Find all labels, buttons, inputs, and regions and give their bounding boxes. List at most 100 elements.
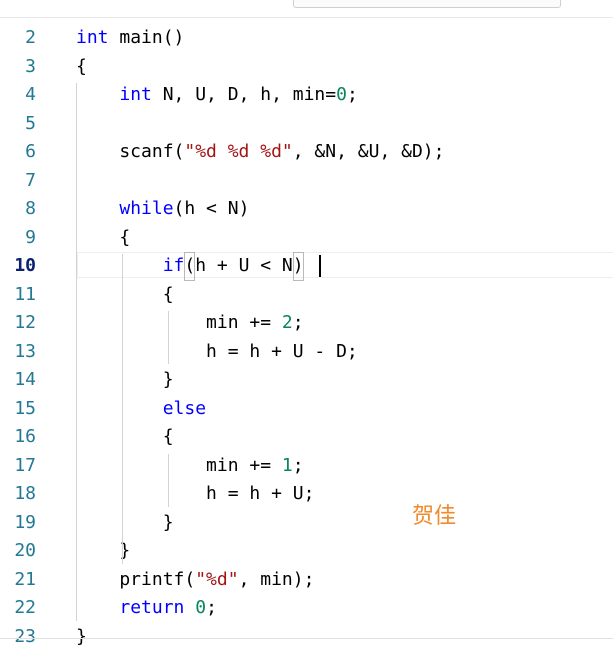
code-line[interactable]: 9 { (0, 224, 613, 253)
line-number: 18 (0, 480, 36, 509)
code-token: main() (109, 27, 185, 48)
top-toolbar (0, 0, 613, 18)
code-line[interactable]: 6 scanf("%d %d %d", &N, &U, &D); (0, 138, 613, 167)
code-token: ; (206, 597, 217, 618)
line-code: printf("%d", min); (76, 566, 314, 595)
code-line[interactable]: 4 int N, U, D, h, min=0; (0, 81, 613, 110)
search-box[interactable] (293, 0, 561, 8)
code-line[interactable]: 11 { (0, 281, 613, 310)
watermark-text: 贺佳 (412, 498, 456, 530)
line-number: 4 (0, 81, 36, 110)
matched-bracket: ( (184, 252, 195, 281)
code-line[interactable]: 21 printf("%d", min); (0, 566, 613, 595)
code-token: (h < N) (174, 198, 250, 219)
line-code: else (76, 395, 206, 424)
string-token: "%d" (195, 569, 238, 590)
code-token: scanf( (76, 141, 184, 162)
line-number: 7 (0, 167, 36, 196)
line-number: 9 (0, 224, 36, 253)
number-token: 0 (195, 597, 206, 618)
line-number: 3 (0, 53, 36, 82)
line-number: 6 (0, 138, 36, 167)
line-number: 22 (0, 594, 36, 623)
code-token (76, 255, 163, 276)
keyword-token: return (119, 597, 184, 618)
line-code: return 0; (76, 594, 217, 623)
line-number: 2 (0, 24, 36, 53)
line-code: { (76, 281, 174, 310)
line-code: int N, U, D, h, min=0; (76, 81, 358, 110)
line-code: h = h + U; (76, 480, 314, 509)
code-line[interactable]: 18 h = h + U; (0, 480, 613, 509)
line-number: 11 (0, 281, 36, 310)
line-code: { (76, 224, 130, 253)
code-line[interactable]: 7 (0, 167, 613, 196)
code-token (76, 597, 119, 618)
line-number: 10 (0, 252, 36, 281)
code-token: { (76, 426, 174, 447)
line-number: 12 (0, 309, 36, 338)
code-token (76, 198, 119, 219)
line-code: min += 1; (76, 452, 304, 481)
line-number: 15 (0, 395, 36, 424)
keyword-token: int (76, 27, 109, 48)
code-line[interactable]: 14 } (0, 366, 613, 395)
code-editor[interactable]: 2int main()3{4 int N, U, D, h, min=0;56 … (0, 24, 613, 651)
code-line[interactable]: 22 return 0; (0, 594, 613, 623)
code-token: h + U < N (195, 255, 293, 276)
code-token: printf( (76, 569, 195, 590)
code-token: { (76, 56, 87, 77)
indent-guide (168, 311, 169, 364)
code-line[interactable]: 8 while(h < N) (0, 195, 613, 224)
code-line[interactable]: 10 if(h + U < N) (0, 252, 613, 281)
code-token: } (76, 369, 174, 390)
code-token (184, 597, 195, 618)
line-number: 21 (0, 566, 36, 595)
code-token: h = h + U; (76, 483, 314, 504)
line-code: min += 2; (76, 309, 304, 338)
keyword-token: else (163, 398, 206, 419)
code-token: , &N, &U, &D); (293, 141, 445, 162)
line-code: while(h < N) (76, 195, 249, 224)
code-line[interactable]: 13 h = h + U - D; (0, 338, 613, 367)
code-line[interactable]: 12 min += 2; (0, 309, 613, 338)
code-token: ; (293, 455, 304, 476)
keyword-token: if (163, 255, 185, 276)
code-line[interactable]: 15 else (0, 395, 613, 424)
code-token (76, 398, 163, 419)
code-token: ; (293, 312, 304, 333)
code-line[interactable]: 17 min += 1; (0, 452, 613, 481)
line-number: 19 (0, 509, 36, 538)
keyword-token: while (119, 198, 173, 219)
code-line[interactable]: 3{ (0, 53, 613, 82)
indent-guide (122, 254, 123, 564)
code-token: ; (347, 84, 358, 105)
line-number: 8 (0, 195, 36, 224)
code-line[interactable]: 16 { (0, 423, 613, 452)
number-token: 2 (282, 312, 293, 333)
number-token: 0 (336, 84, 347, 105)
code-line[interactable]: 20 } (0, 537, 613, 566)
line-number: 17 (0, 452, 36, 481)
code-token: { (76, 227, 130, 248)
editor-bottom-border (0, 638, 613, 639)
line-number: 5 (0, 110, 36, 139)
code-token: N, U, D, h, min= (152, 84, 336, 105)
indent-guide (168, 454, 169, 507)
code-token: { (76, 284, 174, 305)
line-code: { (76, 53, 87, 82)
line-code: if(h + U < N) (76, 252, 304, 281)
line-code: } (76, 366, 174, 395)
line-number: 13 (0, 338, 36, 367)
code-line[interactable]: 5 (0, 110, 613, 139)
code-token: h = h + U - D; (76, 341, 358, 362)
number-token: 1 (282, 455, 293, 476)
code-line[interactable]: 2 int main() (0, 24, 613, 53)
string-token: "%d %d %d" (184, 141, 292, 162)
indent-guide (76, 83, 77, 621)
code-token: } (76, 512, 174, 533)
code-token (76, 84, 119, 105)
line-number: 14 (0, 366, 36, 395)
line-number: 20 (0, 537, 36, 566)
code-line[interactable]: 19 } (0, 509, 613, 538)
